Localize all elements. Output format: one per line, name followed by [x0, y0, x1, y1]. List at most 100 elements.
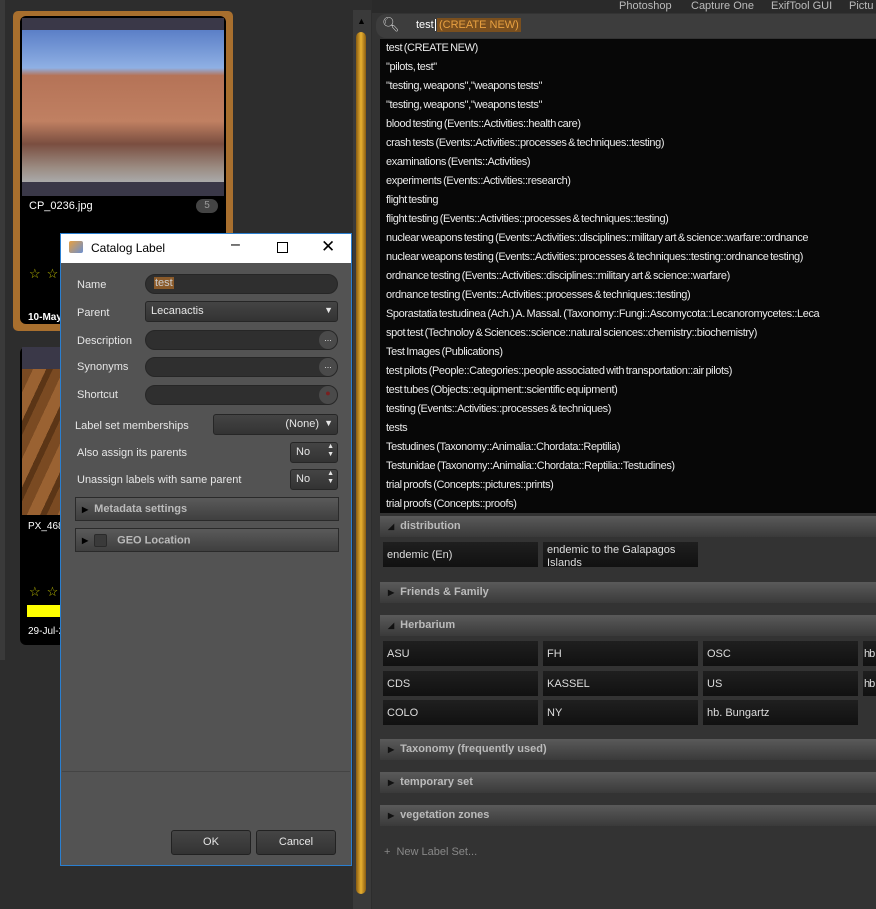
expand-arrow-icon: ▶ [82, 536, 89, 546]
dropdown-item[interactable]: test tubes (Objects::equipment::scientif… [380, 381, 876, 400]
dropdown-item[interactable]: crash tests (Events::Activities::process… [380, 134, 876, 153]
dialog-titlebar[interactable]: Catalog Label – ✕ [61, 234, 351, 263]
label-cell[interactable]: ASU [382, 640, 539, 667]
dropdown-item[interactable]: Testunidae (Taxonomy::Animalia::Chordata… [380, 457, 876, 476]
section-temporary-set[interactable]: ▶ temporary set [380, 772, 876, 793]
dropdown-item[interactable]: trial proofs (Concepts::pictures::prints… [380, 476, 876, 495]
new-label-set-button[interactable]: + New Label Set... [384, 846, 477, 858]
collapse-arrow-icon: ◢ [388, 522, 395, 531]
parent-select[interactable]: Lecanactis ▼ [145, 301, 338, 322]
name-value: test [154, 277, 174, 289]
label-cell[interactable]: hb [862, 640, 876, 667]
label-cell[interactable]: OSC [702, 640, 859, 667]
cancel-button[interactable]: Cancel [256, 830, 336, 855]
label-cell[interactable]: FH [542, 640, 699, 667]
dropdown-item[interactable]: "pilots, test" [380, 58, 876, 77]
label-set-label: Label set memberships [75, 420, 189, 432]
spinner-arrows-icon[interactable]: ▲ ▼ [327, 443, 334, 459]
dialog-divider [62, 771, 350, 772]
search-bar[interactable]: 🔍︎ test (CREATE NEW) [376, 14, 876, 38]
close-button[interactable]: ✕ [321, 237, 335, 257]
dropdown-item[interactable]: Sporastatia testudinea (Ach.) A. Massal.… [380, 305, 876, 324]
dropdown-item[interactable]: experiments (Events::Activities::researc… [380, 172, 876, 191]
label-cell[interactable]: KASSEL [542, 669, 699, 697]
section-title: Friends & Family [400, 586, 489, 598]
section-vegetation-zones[interactable]: ▶ vegetation zones [380, 805, 876, 826]
dropdown-item[interactable]: ordnance testing (Events::Activities::pr… [380, 286, 876, 305]
dropdown-item[interactable]: tests [380, 419, 876, 438]
maximize-button[interactable] [277, 242, 288, 253]
label-cell[interactable]: endemic (En) [382, 541, 539, 568]
name-input[interactable]: test [145, 274, 338, 294]
dropdown-item[interactable]: Test Images (Publications) [380, 343, 876, 362]
search-icon[interactable]: 🔍︎ [382, 16, 400, 33]
label-set-select[interactable]: (None) ▼ [213, 414, 338, 435]
label-cell[interactable]: US [702, 669, 859, 697]
dropdown-item[interactable]: testing (Events::Activities::processes &… [380, 400, 876, 419]
label-cell[interactable]: hb. Bungartz [702, 699, 859, 726]
dropdown-item[interactable]: nuclear weapons testing (Events::Activit… [380, 248, 876, 267]
description-input[interactable]: ... [145, 330, 338, 350]
label-cell[interactable]: COLO [382, 699, 539, 726]
search-input[interactable]: test [416, 19, 436, 31]
dropdown-item[interactable]: spot test (Technoloy & Sciences::science… [380, 324, 876, 343]
ok-button[interactable]: OK [171, 830, 251, 855]
dropdown-item[interactable]: test (CREATE NEW) [380, 39, 876, 58]
dropdown-item[interactable]: "testing, weapons","weapons tests" [380, 96, 876, 115]
synonyms-input[interactable]: ... [145, 357, 338, 377]
dropdown-item[interactable]: trial proofs (Concepts::proofs) [380, 495, 876, 514]
label-set-value: (None) [285, 418, 319, 430]
expand-arrow-icon: ▶ [388, 745, 395, 754]
create-new-hint: (CREATE NEW) [437, 18, 521, 32]
unassign-label: Unassign labels with same parent [77, 474, 242, 486]
synonyms-more-button[interactable]: ... [319, 358, 337, 376]
label-cell[interactable]: endemic to the Galapagos Islands [542, 541, 699, 569]
expand-arrow-icon: ▶ [388, 778, 395, 787]
dropdown-item[interactable]: "testing, weapons","weapons tests" [380, 77, 876, 96]
section-friends-family[interactable]: ▶ Friends & Family [380, 582, 876, 603]
left-strip [0, 0, 5, 660]
scrollbar-thumb[interactable] [356, 32, 366, 894]
section-title: vegetation zones [400, 809, 490, 821]
menu-pictu[interactable]: Pictu [849, 0, 873, 12]
dropdown-item[interactable]: blood testing (Events::Activities::healt… [380, 115, 876, 134]
metadata-settings-section[interactable]: ▶ Metadata settings [75, 497, 339, 521]
plus-icon: + [384, 846, 391, 858]
dropdown-item[interactable]: examinations (Events::Activities) [380, 153, 876, 172]
description-more-button[interactable]: ... [319, 331, 337, 349]
spinner-arrows-icon[interactable]: ▲ ▼ [327, 470, 334, 486]
geo-checkbox[interactable] [94, 534, 108, 547]
scrollbar[interactable]: ▲ [353, 10, 371, 909]
record-shortcut-icon[interactable]: ● [319, 386, 337, 404]
assign-parents-spinner[interactable]: No ▲ ▼ [290, 442, 338, 463]
thumbnail-filename: PX_468 [28, 521, 64, 532]
dropdown-item[interactable]: ordnance testing (Events::Activities::di… [380, 267, 876, 286]
menu-photoshop[interactable]: Photoshop [619, 0, 672, 12]
label-cell[interactable]: hb [862, 669, 876, 697]
autocomplete-dropdown: test (CREATE NEW) "pilots, test" "testing,… [379, 39, 876, 513]
shortcut-input[interactable]: ● [145, 385, 338, 405]
scroll-up-arrow-icon[interactable]: ▲ [357, 16, 366, 26]
dropdown-item[interactable]: nuclear weapons testing (Events::Activit… [380, 229, 876, 248]
section-title: Taxonomy (frequently used) [400, 743, 547, 755]
section-taxonomy[interactable]: ▶ Taxonomy (frequently used) [380, 739, 876, 760]
chevron-down-icon: ▼ [324, 418, 333, 428]
assign-parents-label: Also assign its parents [77, 447, 188, 459]
menu-exiftool[interactable]: ExifTool GUI [771, 0, 832, 12]
geo-location-section[interactable]: ▶ GEO Location [75, 528, 339, 552]
dropdown-item[interactable]: flight testing (Events::Activities::proc… [380, 210, 876, 229]
label-cell[interactable]: CDS [382, 669, 539, 697]
section-distribution[interactable]: ◢ distribution [380, 516, 876, 537]
label-cell[interactable]: NY [542, 699, 699, 726]
menu-capture-one[interactable]: Capture One [691, 0, 754, 12]
synonyms-label: Synonyms [77, 361, 129, 373]
dropdown-item[interactable]: flight testing [380, 191, 876, 210]
dropdown-item[interactable]: Testudines (Taxonomy::Animalia::Chordata… [380, 438, 876, 457]
version-badge: 5 [196, 199, 218, 213]
minimize-button[interactable]: – [231, 236, 240, 254]
description-label: Description [77, 335, 133, 347]
section-herbarium[interactable]: ◢ Herbarium [380, 615, 876, 636]
unassign-spinner[interactable]: No ▲ ▼ [290, 469, 338, 490]
section-title: Metadata settings [94, 503, 188, 515]
dropdown-item[interactable]: test pilots (People::Categories::people … [380, 362, 876, 381]
